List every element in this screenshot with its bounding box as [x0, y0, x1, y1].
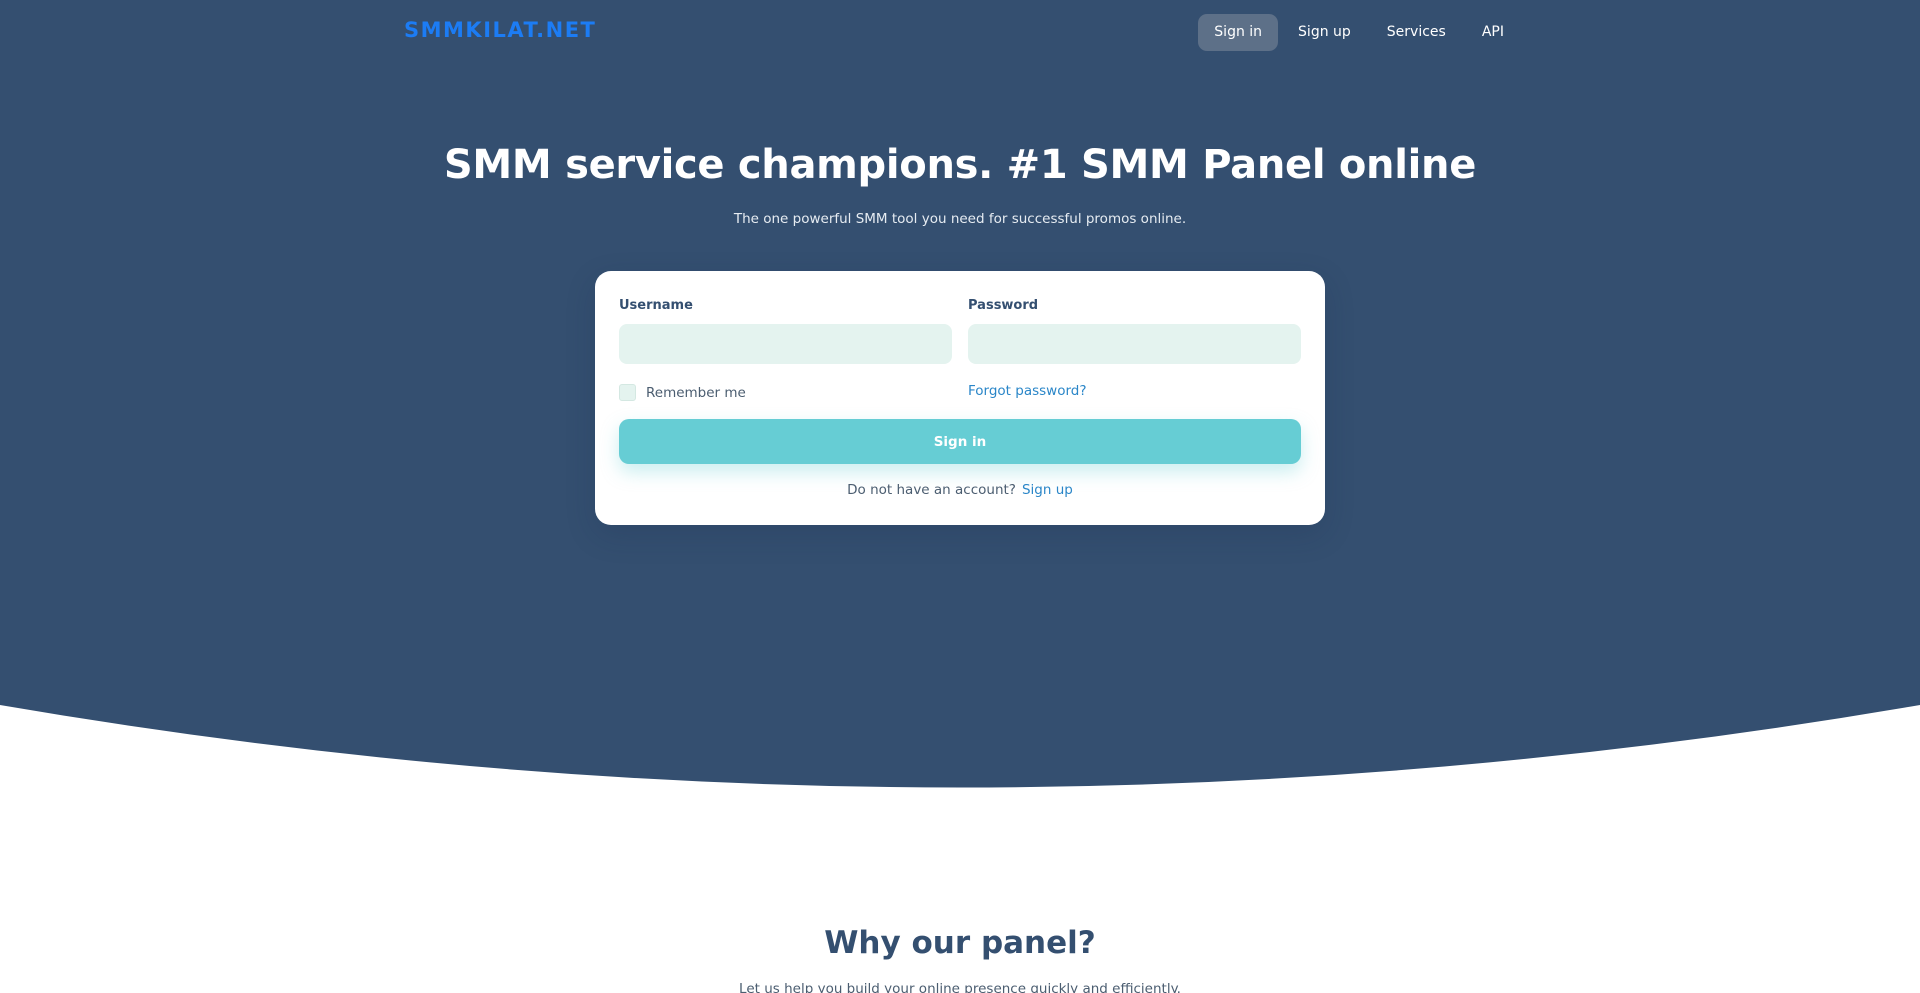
nav-services-link[interactable]: Services	[1371, 14, 1462, 51]
hero-curve	[0, 680, 1920, 820]
sign-in-button[interactable]: Sign in	[619, 419, 1301, 464]
site-logo[interactable]: SMMKILAT.NET	[404, 18, 596, 42]
password-input[interactable]	[968, 324, 1301, 364]
no-account-text: Do not have an account?	[847, 482, 1016, 498]
remember-me-toggle[interactable]: Remember me	[619, 384, 746, 401]
nav-links: Sign in Sign up Services API	[1198, 14, 1520, 51]
password-label: Password	[968, 298, 1039, 313]
remember-me-checkbox[interactable]	[619, 384, 636, 401]
signup-link[interactable]: Sign up	[1022, 482, 1073, 498]
forgot-password-link[interactable]: Forgot password?	[968, 383, 1087, 399]
signup-prompt: Do not have an account? Sign up	[595, 482, 1325, 498]
nav-signin-link[interactable]: Sign in	[1198, 14, 1279, 51]
hero-subtitle: The one powerful SMM tool you need for s…	[733, 211, 1187, 227]
username-label: Username	[619, 298, 693, 313]
top-nav: SMMKILAT.NET Sign in Sign up Services AP…	[0, 0, 1920, 66]
remember-me-label: Remember me	[646, 384, 746, 401]
login-card: Username Password Remember me Forgot pas…	[595, 271, 1325, 525]
hero-title: SMM service champions. #1 SMM Panel onli…	[443, 142, 1477, 188]
why-subtitle: Let us help you build your online presen…	[739, 981, 1181, 993]
why-title: Why our panel?	[824, 925, 1096, 961]
nav-signup-link[interactable]: Sign up	[1282, 14, 1367, 51]
username-input[interactable]	[619, 324, 952, 364]
nav-api-link[interactable]: API	[1466, 14, 1520, 51]
